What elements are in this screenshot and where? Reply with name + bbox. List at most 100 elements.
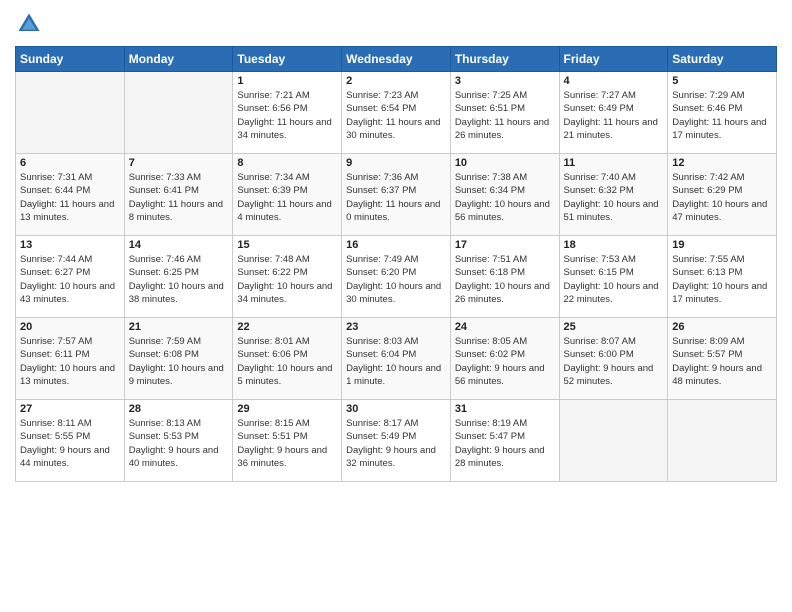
day-detail: Sunrise: 8:13 AM Sunset: 5:53 PM Dayligh…: [129, 417, 229, 470]
calendar-cell: 17 Sunrise: 7:51 AM Sunset: 6:18 PM Dayli…: [450, 236, 559, 318]
calendar-cell: 28 Sunrise: 8:13 AM Sunset: 5:53 PM Dayli…: [124, 400, 233, 482]
day-detail: Sunrise: 8:09 AM Sunset: 5:57 PM Dayligh…: [672, 335, 772, 388]
day-detail: Sunrise: 7:57 AM Sunset: 6:11 PM Dayligh…: [20, 335, 120, 388]
day-detail: Sunrise: 7:40 AM Sunset: 6:32 PM Dayligh…: [564, 171, 664, 224]
day-number: 6: [20, 157, 120, 169]
day-detail: Sunrise: 7:34 AM Sunset: 6:39 PM Dayligh…: [237, 171, 337, 224]
calendar-cell: 2Sunrise: 7:23 AM Sunset: 6:54 PM Daylig…: [342, 72, 451, 154]
weekday-row: SundayMondayTuesdayWednesdayThursdayFrid…: [16, 47, 777, 72]
day-detail: Sunrise: 7:42 AM Sunset: 6:29 PM Dayligh…: [672, 171, 772, 224]
page: SundayMondayTuesdayWednesdayThursdayFrid…: [0, 0, 792, 612]
header: [15, 10, 777, 38]
day-number: 26: [672, 321, 772, 333]
calendar-cell: 30Sunrise: 8:17 AM Sunset: 5:49 PM Dayli…: [342, 400, 451, 482]
calendar-cell: [668, 400, 777, 482]
weekday-header-sunday: Sunday: [16, 47, 125, 72]
calendar-cell: 16Sunrise: 7:49 AM Sunset: 6:20 PM Dayli…: [342, 236, 451, 318]
day-number: 7: [129, 157, 229, 169]
calendar-cell: 22 Sunrise: 8:01 AM Sunset: 6:06 PM Dayli…: [233, 318, 342, 400]
calendar-table: SundayMondayTuesdayWednesdayThursdayFrid…: [15, 46, 777, 482]
calendar-cell: 9 Sunrise: 7:36 AM Sunset: 6:37 PM Daylig…: [342, 154, 451, 236]
day-detail: Sunrise: 8:19 AM Sunset: 5:47 PM Dayligh…: [455, 417, 555, 470]
day-detail: Sunrise: 7:44 AM Sunset: 6:27 PM Dayligh…: [20, 253, 120, 306]
calendar-cell: 8Sunrise: 7:34 AM Sunset: 6:39 PM Daylig…: [233, 154, 342, 236]
calendar-cell: [559, 400, 668, 482]
calendar-cell: 18 Sunrise: 7:53 AM Sunset: 6:15 PM Dayli…: [559, 236, 668, 318]
day-detail: Sunrise: 7:25 AM Sunset: 6:51 PM Dayligh…: [455, 89, 555, 142]
calendar-cell: 26 Sunrise: 8:09 AM Sunset: 5:57 PM Dayli…: [668, 318, 777, 400]
calendar-cell: 10 Sunrise: 7:38 AM Sunset: 6:34 PM Dayli…: [450, 154, 559, 236]
day-number: 15: [237, 239, 337, 251]
day-detail: Sunrise: 8:07 AM Sunset: 6:00 PM Dayligh…: [564, 335, 664, 388]
day-detail: Sunrise: 7:38 AM Sunset: 6:34 PM Dayligh…: [455, 171, 555, 224]
calendar-cell: 5 Sunrise: 7:29 AM Sunset: 6:46 PM Daylig…: [668, 72, 777, 154]
day-number: 5: [672, 75, 772, 87]
day-number: 24: [455, 321, 555, 333]
week-row-4: 20 Sunrise: 7:57 AM Sunset: 6:11 PM Dayli…: [16, 318, 777, 400]
day-number: 23: [346, 321, 446, 333]
day-number: 20: [20, 321, 120, 333]
day-number: 29: [237, 403, 337, 415]
calendar-cell: 27Sunrise: 8:11 AM Sunset: 5:55 PM Dayli…: [16, 400, 125, 482]
day-detail: Sunrise: 7:59 AM Sunset: 6:08 PM Dayligh…: [129, 335, 229, 388]
day-number: 17: [455, 239, 555, 251]
week-row-3: 13 Sunrise: 7:44 AM Sunset: 6:27 PM Dayli…: [16, 236, 777, 318]
day-detail: Sunrise: 7:23 AM Sunset: 6:54 PM Dayligh…: [346, 89, 446, 142]
calendar-cell: 21 Sunrise: 7:59 AM Sunset: 6:08 PM Dayli…: [124, 318, 233, 400]
week-row-1: 1Sunrise: 7:21 AM Sunset: 6:56 PM Daylig…: [16, 72, 777, 154]
calendar-header: SundayMondayTuesdayWednesdayThursdayFrid…: [16, 47, 777, 72]
day-detail: Sunrise: 8:15 AM Sunset: 5:51 PM Dayligh…: [237, 417, 337, 470]
day-detail: Sunrise: 7:31 AM Sunset: 6:44 PM Dayligh…: [20, 171, 120, 224]
weekday-header-thursday: Thursday: [450, 47, 559, 72]
day-number: 3: [455, 75, 555, 87]
day-detail: Sunrise: 7:51 AM Sunset: 6:18 PM Dayligh…: [455, 253, 555, 306]
day-number: 30: [346, 403, 446, 415]
weekday-header-tuesday: Tuesday: [233, 47, 342, 72]
day-number: 10: [455, 157, 555, 169]
calendar-cell: 7Sunrise: 7:33 AM Sunset: 6:41 PM Daylig…: [124, 154, 233, 236]
day-detail: Sunrise: 7:48 AM Sunset: 6:22 PM Dayligh…: [237, 253, 337, 306]
day-number: 16: [346, 239, 446, 251]
day-detail: Sunrise: 7:36 AM Sunset: 6:37 PM Dayligh…: [346, 171, 446, 224]
day-number: 1: [237, 75, 337, 87]
day-detail: Sunrise: 7:27 AM Sunset: 6:49 PM Dayligh…: [564, 89, 664, 142]
calendar-cell: 6 Sunrise: 7:31 AM Sunset: 6:44 PM Daylig…: [16, 154, 125, 236]
weekday-header-friday: Friday: [559, 47, 668, 72]
calendar-body: 1Sunrise: 7:21 AM Sunset: 6:56 PM Daylig…: [16, 72, 777, 482]
day-number: 19: [672, 239, 772, 251]
day-number: 11: [564, 157, 664, 169]
day-number: 31: [455, 403, 555, 415]
day-detail: Sunrise: 7:29 AM Sunset: 6:46 PM Dayligh…: [672, 89, 772, 142]
day-detail: Sunrise: 7:46 AM Sunset: 6:25 PM Dayligh…: [129, 253, 229, 306]
calendar-cell: 4 Sunrise: 7:27 AM Sunset: 6:49 PM Daylig…: [559, 72, 668, 154]
week-row-5: 27Sunrise: 8:11 AM Sunset: 5:55 PM Dayli…: [16, 400, 777, 482]
day-detail: Sunrise: 8:05 AM Sunset: 6:02 PM Dayligh…: [455, 335, 555, 388]
weekday-header-wednesday: Wednesday: [342, 47, 451, 72]
calendar-cell: 12Sunrise: 7:42 AM Sunset: 6:29 PM Dayli…: [668, 154, 777, 236]
day-detail: Sunrise: 8:01 AM Sunset: 6:06 PM Dayligh…: [237, 335, 337, 388]
day-detail: Sunrise: 7:53 AM Sunset: 6:15 PM Dayligh…: [564, 253, 664, 306]
day-number: 14: [129, 239, 229, 251]
day-number: 4: [564, 75, 664, 87]
calendar-cell: 3 Sunrise: 7:25 AM Sunset: 6:51 PM Daylig…: [450, 72, 559, 154]
calendar-cell: 15 Sunrise: 7:48 AM Sunset: 6:22 PM Dayli…: [233, 236, 342, 318]
day-number: 9: [346, 157, 446, 169]
calendar-cell: [124, 72, 233, 154]
day-number: 28: [129, 403, 229, 415]
calendar-cell: [16, 72, 125, 154]
calendar-cell: 25 Sunrise: 8:07 AM Sunset: 6:00 PM Dayli…: [559, 318, 668, 400]
logo: [15, 10, 47, 38]
weekday-header-saturday: Saturday: [668, 47, 777, 72]
calendar-cell: 13 Sunrise: 7:44 AM Sunset: 6:27 PM Dayli…: [16, 236, 125, 318]
day-number: 22: [237, 321, 337, 333]
day-detail: Sunrise: 8:11 AM Sunset: 5:55 PM Dayligh…: [20, 417, 120, 470]
calendar-cell: 29 Sunrise: 8:15 AM Sunset: 5:51 PM Dayli…: [233, 400, 342, 482]
day-number: 21: [129, 321, 229, 333]
calendar-cell: 1Sunrise: 7:21 AM Sunset: 6:56 PM Daylig…: [233, 72, 342, 154]
day-number: 25: [564, 321, 664, 333]
day-number: 13: [20, 239, 120, 251]
calendar-cell: 20 Sunrise: 7:57 AM Sunset: 6:11 PM Dayli…: [16, 318, 125, 400]
calendar-cell: 19Sunrise: 7:55 AM Sunset: 6:13 PM Dayli…: [668, 236, 777, 318]
day-number: 18: [564, 239, 664, 251]
calendar-cell: 14 Sunrise: 7:46 AM Sunset: 6:25 PM Dayli…: [124, 236, 233, 318]
